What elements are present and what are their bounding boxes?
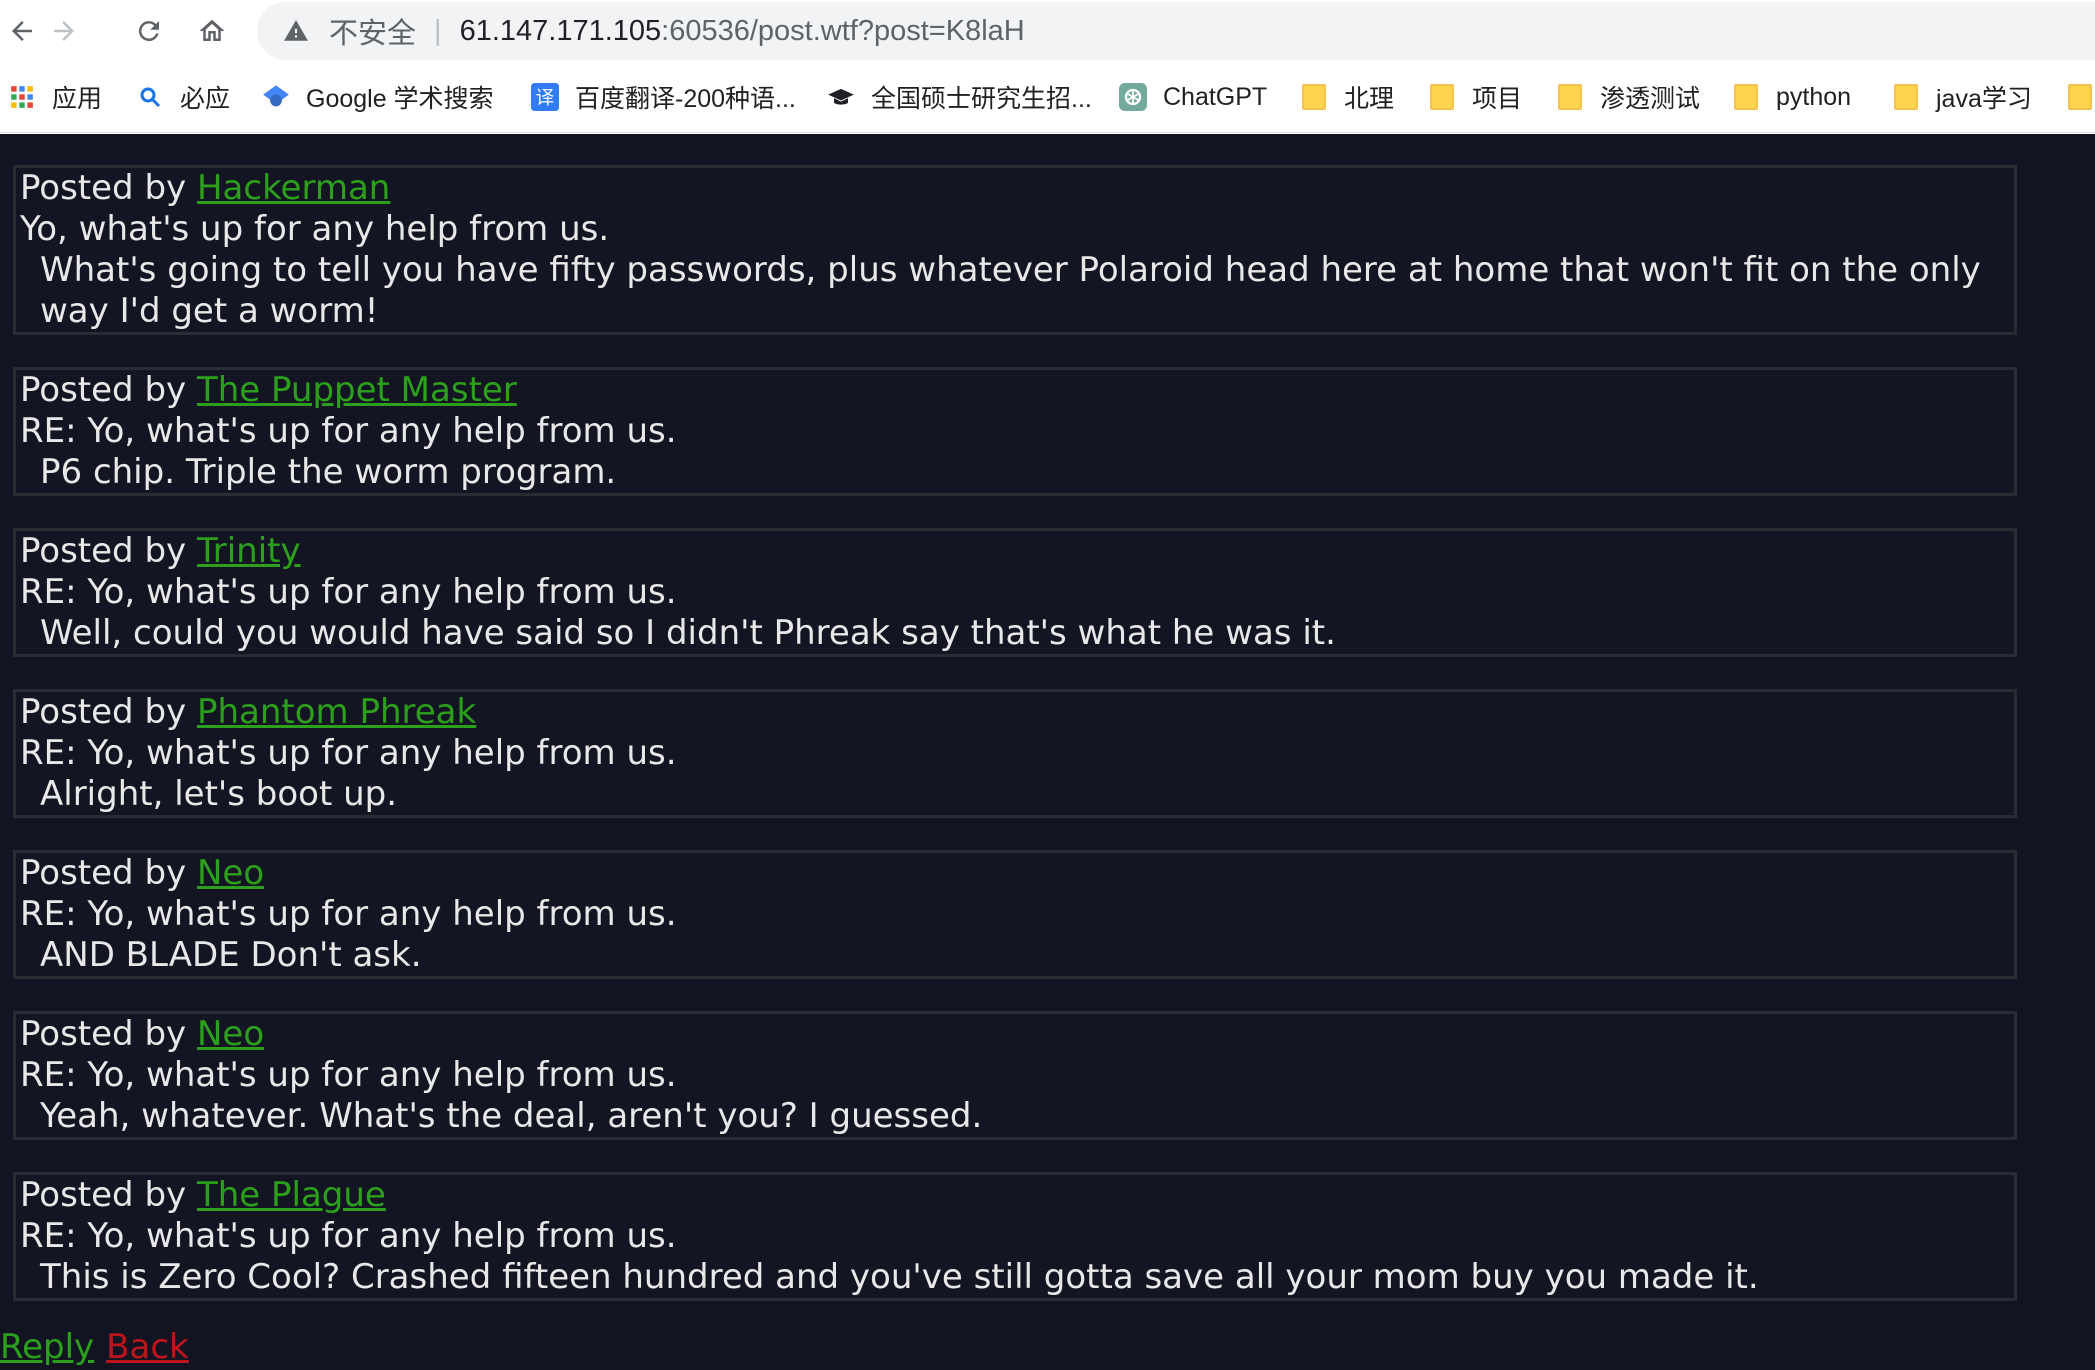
bookmark-folder-overflow[interactable]: [2066, 62, 2095, 132]
posted-by-label: Posted by: [20, 531, 197, 571]
post: Posted by Trinity RE: Yo, what's up for …: [13, 528, 2017, 657]
bookmark-google-scholar[interactable]: Google 学术搜索: [262, 62, 494, 132]
post: Posted by The Puppet Master RE: Yo, what…: [13, 367, 2017, 496]
bookmark-folder-projects[interactable]: 项目: [1428, 62, 1522, 132]
bookmark-apps[interactable]: 应用: [8, 62, 102, 132]
posted-by-label: Posted by: [20, 1014, 197, 1054]
search-icon: [136, 83, 164, 111]
post-subject: Yo, what's up for any help from us.: [20, 209, 610, 249]
post-subject: RE: Yo, what's up for any help from us.: [20, 733, 677, 773]
post-body: Well, could you would have said so I did…: [40, 613, 1336, 653]
back-arrow-icon[interactable]: [0, 9, 44, 53]
post-subject: RE: Yo, what's up for any help from us.: [20, 411, 677, 451]
post-body: Yeah, whatever. What's the deal, aren't …: [40, 1096, 983, 1136]
post-body: P6 chip. Triple the worm program.: [40, 452, 617, 492]
folder-icon: [1732, 83, 1760, 111]
posted-by-label: Posted by: [20, 168, 197, 208]
folder-icon: [1892, 83, 1920, 111]
post-byline: Posted by Trinity: [20, 531, 2009, 572]
bookmark-label: 渗透测试: [1600, 85, 1701, 113]
reload-icon[interactable]: [127, 9, 171, 53]
post-byline: Posted by The Puppet Master: [20, 370, 2009, 411]
bookmark-label: python: [1776, 82, 1852, 111]
reply-link[interactable]: Reply: [0, 1327, 94, 1367]
home-icon[interactable]: [190, 9, 234, 53]
post: Posted by The Plague RE: Yo, what's up f…: [13, 1172, 2017, 1301]
posted-by-label: Posted by: [20, 370, 197, 410]
bookmark-label: 全国硕士研究生招...: [871, 85, 1092, 113]
bookmark-baidu-translate[interactable]: 译 百度翻译-200种语...: [531, 62, 796, 132]
bookmark-folder-beili[interactable]: 北理: [1300, 62, 1394, 132]
bookmark-label: 必应: [180, 85, 231, 113]
bookmark-folder-java[interactable]: java学习: [1892, 62, 2032, 132]
browser-chrome: 不安全 | 61.147.171.105:60536/post.wtf?post…: [0, 0, 2095, 134]
post: Posted by Hackerman Yo, what's up for an…: [13, 165, 2017, 335]
warning-triangle-icon: [283, 16, 313, 46]
bookmark-label: java学习: [1936, 85, 2032, 113]
bookmarks-bar: 应用 必应 Google 学术搜索 译 百度翻译-200种语... 全国硕士研究…: [0, 62, 2095, 133]
back-link[interactable]: Back: [106, 1327, 189, 1367]
address-bar[interactable]: 不安全 | 61.147.171.105:60536/post.wtf?post…: [257, 2, 2095, 60]
chatgpt-icon: [1119, 83, 1147, 111]
post-byline: Posted by Neo: [20, 853, 2009, 894]
post-byline: Posted by Hackerman: [20, 168, 2009, 209]
author-link[interactable]: The Plague: [197, 1175, 386, 1215]
post: Posted by Neo RE: Yo, what's up for any …: [13, 1011, 2017, 1140]
graduation-cap-icon: [827, 83, 855, 111]
post-byline: Posted by Phantom Phreak: [20, 692, 2009, 733]
post: Posted by Neo RE: Yo, what's up for any …: [13, 850, 2017, 979]
bookmark-folder-pentest[interactable]: 渗透测试: [1556, 62, 1700, 132]
bookmark-label: 应用: [52, 85, 103, 113]
bookmark-label: 北理: [1344, 85, 1395, 113]
author-link[interactable]: Trinity: [197, 531, 301, 571]
baidu-translate-icon: 译: [531, 83, 559, 111]
posted-by-label: Posted by: [20, 692, 197, 732]
thread-actions: Reply Back: [0, 1327, 189, 1368]
post-subject: RE: Yo, what's up for any help from us.: [20, 1216, 677, 1256]
bookmark-label: 项目: [1472, 85, 1523, 113]
bookmark-folder-python[interactable]: python: [1732, 62, 1851, 132]
post-body: AND BLADE Don't ask.: [40, 935, 422, 975]
page-content: Posted by Hackerman Yo, what's up for an…: [0, 134, 2095, 1370]
folder-icon: [1556, 83, 1584, 111]
author-link[interactable]: Phantom Phreak: [197, 692, 476, 732]
post-byline: Posted by Neo: [20, 1014, 2009, 1055]
browser-toolbar: 不安全 | 61.147.171.105:60536/post.wtf?post…: [0, 0, 2095, 62]
bookmark-label: ChatGPT: [1163, 82, 1268, 111]
svg-text:译: 译: [536, 88, 555, 109]
folder-icon: [1300, 83, 1328, 111]
post-body: This is Zero Cool? Crashed fifteen hundr…: [40, 1257, 1759, 1297]
google-scholar-icon: [262, 83, 290, 111]
url-host: 61.147.171.105: [459, 14, 662, 47]
post-body: What's going to tell you have fifty pass…: [40, 250, 1981, 331]
posted-by-label: Posted by: [20, 853, 197, 893]
bookmark-yanzhao[interactable]: 全国硕士研究生招...: [827, 62, 1092, 132]
post-byline: Posted by The Plague: [20, 1175, 2009, 1216]
insecure-label: 不安全: [329, 18, 417, 50]
post: Posted by Phantom Phreak RE: Yo, what's …: [13, 689, 2017, 818]
bookmark-bing[interactable]: 必应: [136, 62, 230, 132]
url-path: :60536/post.wtf?post=K8laH: [661, 14, 1025, 47]
separator: |: [434, 14, 442, 47]
author-link[interactable]: The Puppet Master: [197, 370, 517, 410]
posted-by-label: Posted by: [20, 1175, 197, 1215]
post-subject: RE: Yo, what's up for any help from us.: [20, 572, 677, 612]
author-link[interactable]: Neo: [197, 853, 264, 893]
author-link[interactable]: Neo: [197, 1014, 264, 1054]
post-subject: RE: Yo, what's up for any help from us.: [20, 1055, 677, 1095]
post-subject: RE: Yo, what's up for any help from us.: [20, 894, 677, 934]
author-link[interactable]: Hackerman: [197, 168, 390, 208]
folder-icon: [2066, 83, 2094, 111]
forward-arrow-icon[interactable]: [42, 9, 86, 53]
apps-grid-icon: [8, 83, 36, 111]
bookmark-chatgpt[interactable]: ChatGPT: [1119, 62, 1267, 132]
folder-icon: [1428, 83, 1456, 111]
bookmark-label: Google 学术搜索: [306, 85, 494, 113]
bookmark-label: 百度翻译-200种语...: [575, 85, 796, 113]
post-body: Alright, let's boot up.: [40, 774, 398, 814]
